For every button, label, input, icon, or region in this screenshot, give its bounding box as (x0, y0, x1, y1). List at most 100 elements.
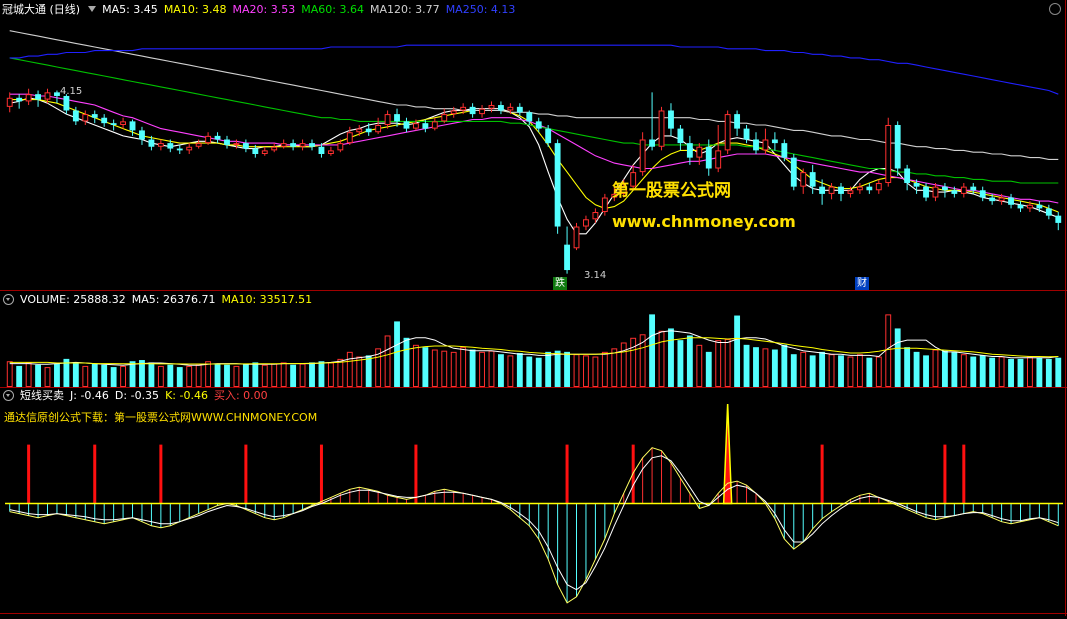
candle (941, 183, 948, 198)
indicator-note: 通达信原创公式下载：第一股票公式网WWW.CHNMONEY.COM (4, 411, 318, 424)
volume-bar (309, 362, 315, 387)
candle (498, 101, 504, 115)
candle-body (54, 92, 60, 96)
candle (16, 94, 23, 109)
moving-average-lines (9, 30, 1059, 235)
candle (583, 215, 589, 231)
candle (800, 168, 807, 194)
settings-circle-icon[interactable] (1049, 3, 1061, 15)
candle (242, 139, 249, 153)
volume-bar (214, 363, 221, 387)
candle-body (271, 146, 278, 151)
ma5-label: MA5: 3.45 (102, 3, 158, 16)
volume-bar (838, 355, 844, 387)
finance-signal-badge[interactable]: 财 (855, 277, 869, 290)
stock-title[interactable]: 冠城大通 (日线) (2, 3, 80, 16)
panel-menu-icon[interactable] (3, 293, 14, 305)
indicator-name[interactable]: 短线买卖 (20, 389, 64, 402)
volume-bar (800, 351, 807, 388)
candle-body (148, 139, 155, 147)
indicator-k: K: -0.46 (165, 389, 208, 402)
volume-bar (25, 362, 32, 387)
candle-body (6, 97, 13, 107)
candle (224, 135, 230, 149)
candle-body (1055, 215, 1062, 223)
volume-bar (819, 351, 826, 387)
volume-bar (583, 355, 589, 387)
candle-body (875, 183, 882, 191)
volume-panel-header: VOLUME: 25888.32 MA5: 26376.71 MA10: 33517… (0, 293, 318, 307)
candle-body (337, 143, 344, 151)
panel-menu-icon[interactable] (3, 389, 14, 401)
candle-body (866, 186, 873, 191)
candle-body (705, 146, 712, 169)
candle (469, 103, 476, 118)
volume-bar (705, 351, 712, 387)
candle (261, 146, 268, 156)
volume-bar (970, 356, 977, 387)
candle-body (72, 110, 79, 122)
candle (856, 183, 863, 194)
candle (309, 139, 315, 151)
low-price-label: 3.14 (584, 270, 607, 281)
volume-bar (809, 355, 816, 387)
volume-bar (460, 347, 467, 387)
candle (601, 193, 608, 216)
candle-body (554, 143, 561, 227)
volume-bar (516, 353, 523, 387)
candle-body (781, 143, 788, 158)
candle (214, 132, 221, 144)
volume-bar (186, 365, 193, 387)
candle (1055, 212, 1062, 231)
candle (658, 106, 665, 151)
candle-body (242, 143, 249, 149)
candle-body (431, 121, 438, 129)
volume-bar (403, 337, 410, 387)
dropdown-icon[interactable] (88, 6, 97, 12)
candle (715, 124, 722, 173)
candle-body (233, 143, 240, 145)
candle (431, 117, 438, 131)
ma250-label: MA250: 4.13 (445, 3, 516, 16)
volume-bar (658, 330, 665, 387)
ma5-line (9, 97, 1059, 235)
volume-bar (488, 350, 495, 387)
volume-bar (601, 351, 608, 388)
candle-body (970, 186, 977, 191)
candle (932, 183, 939, 202)
candle (403, 117, 410, 133)
volume-bar (875, 356, 882, 387)
candle (753, 132, 759, 154)
ma60-label: MA60: 3.64 (301, 3, 364, 16)
candle-body (838, 186, 844, 194)
volume-bar (469, 349, 476, 387)
volume-bar (507, 355, 514, 387)
candle-body (44, 92, 51, 100)
candle-body (771, 139, 778, 144)
volume-bar (54, 363, 60, 387)
volume-bar (412, 344, 419, 388)
candle-body (564, 244, 570, 271)
candle (1008, 193, 1014, 209)
candle-body (734, 114, 741, 129)
volume-bar (989, 357, 996, 387)
candle (734, 110, 741, 136)
candle-body (819, 186, 826, 194)
volume-bar (91, 363, 98, 387)
candle-body (261, 150, 268, 155)
candle (110, 119, 117, 131)
candle (649, 92, 656, 151)
candle-body (1036, 204, 1043, 209)
volume-bar (545, 351, 552, 387)
volume-bar (280, 362, 287, 387)
indicator-area (5, 403, 1063, 604)
chart-stage: 冠城大通 (日线) MA5: 3.45 MA10: 3.48 MA20: 3.53 MA… (0, 0, 1067, 616)
volume-bar (941, 350, 948, 387)
candle-body (157, 143, 164, 147)
volume-bar (554, 350, 561, 387)
volume-bar (422, 347, 429, 387)
volume-ma10-label: MA10: 33517.51 (221, 293, 313, 306)
volume-bar (885, 314, 892, 387)
watermark-url: www.chnmoney.com (612, 212, 796, 231)
sell-signal-badge[interactable]: 跌 (553, 277, 567, 290)
